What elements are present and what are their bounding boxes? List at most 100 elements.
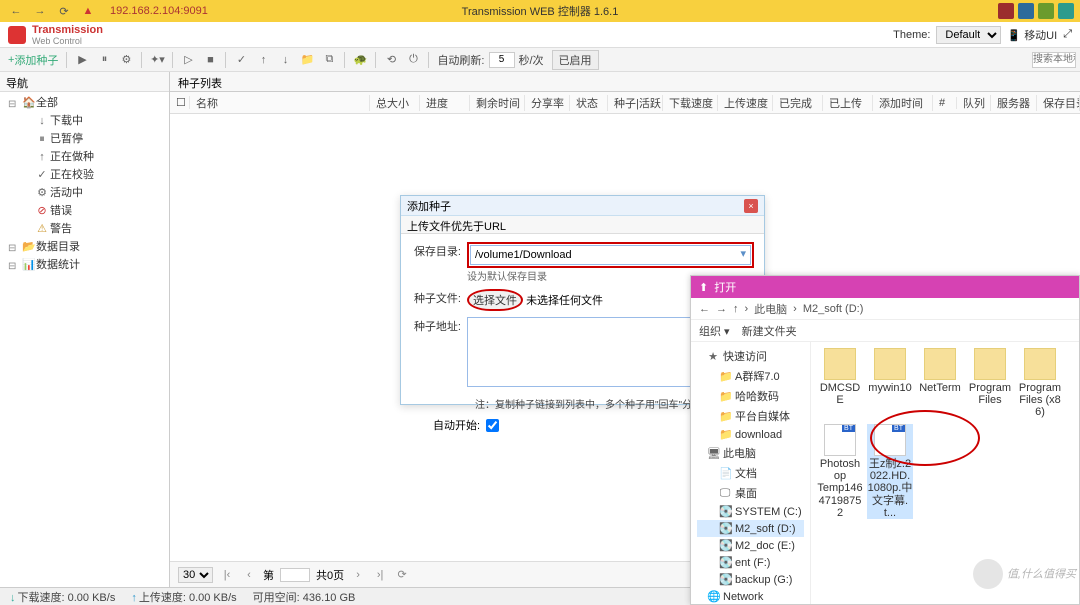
tree-paused[interactable]: ⏸已暂停	[8, 130, 169, 148]
col-num[interactable]: #	[933, 97, 957, 109]
speed-limit-icon[interactable]: 🐢	[349, 50, 371, 70]
prev-page-icon[interactable]: ‹	[241, 569, 257, 581]
tree-folder-pt[interactable]: 📁平台自媒体	[697, 406, 804, 426]
save-dir-input[interactable]	[470, 245, 751, 265]
tree-active[interactable]: ⚙活动中	[8, 184, 169, 202]
last-page-icon[interactable]: ›|	[372, 569, 388, 581]
pause-icon[interactable]: ⏸	[93, 50, 115, 70]
tree-drive-d[interactable]: 💽M2_soft (D:)	[697, 520, 804, 537]
crumb-pc[interactable]: 此电脑	[754, 301, 787, 317]
nav-up-icon[interactable]: ↑	[733, 303, 739, 315]
tree-folder-hh[interactable]: 📁哈哈数码	[697, 386, 804, 406]
ext-icon-2[interactable]	[1018, 3, 1034, 19]
folder-item[interactable]: Program Files	[967, 348, 1013, 418]
location-icon[interactable]: 📁	[296, 50, 318, 70]
folder-item[interactable]: DMCSDE	[817, 348, 863, 418]
stop-icon[interactable]: ■	[199, 50, 221, 70]
col-share[interactable]: 分享率	[525, 95, 570, 111]
start-icon[interactable]: ▶	[71, 50, 93, 70]
crumb-drive[interactable]: M2_soft (D:)	[803, 303, 864, 315]
first-page-icon[interactable]: |‹	[219, 569, 235, 581]
nav-back-icon[interactable]: ←	[699, 303, 710, 315]
mobile-ui-link[interactable]: 📱 移动UI	[1007, 27, 1057, 43]
reload-all-icon[interactable]: ⟲	[380, 50, 402, 70]
move-up-icon[interactable]: ↑	[252, 50, 274, 70]
col-seed-act[interactable]: 种子|活跃	[608, 95, 663, 111]
tree-stats[interactable]: 📊数据统计	[8, 256, 169, 274]
col-dl[interactable]: 下载速度	[663, 95, 718, 111]
col-done[interactable]: 已完成	[773, 95, 823, 111]
settings-icon[interactable]: ⚙	[115, 50, 137, 70]
col-size[interactable]: 总大小	[370, 95, 420, 111]
theme-select[interactable]: Default	[936, 26, 1001, 44]
folder-item[interactable]: mywin10	[867, 348, 913, 418]
ext-icon-1[interactable]	[998, 3, 1014, 19]
page-input[interactable]	[280, 568, 310, 582]
folder-item[interactable]: Program Files (x86)	[1017, 348, 1063, 418]
resume-icon[interactable]: ▷	[177, 50, 199, 70]
tree-this-pc[interactable]: 🖥此电脑	[697, 443, 804, 463]
copy-icon[interactable]: ⧉	[318, 50, 340, 70]
search-input[interactable]	[1032, 52, 1076, 68]
move-down-icon[interactable]: ↓	[274, 50, 296, 70]
col-savedir[interactable]: 保存目录	[1037, 95, 1080, 111]
power-icon[interactable]: ⏻	[402, 50, 424, 70]
tree-drive-g[interactable]: 💽backup (G:)	[697, 571, 804, 588]
col-tracker[interactable]: 服务器	[991, 95, 1037, 111]
warning-icon: ▲	[78, 3, 98, 19]
verify-icon[interactable]: ✓	[230, 50, 252, 70]
expand-icon[interactable]: ⤢	[1063, 28, 1072, 41]
tree-seeding[interactable]: ↑正在做种	[8, 148, 169, 166]
tree-warn[interactable]: ⚠警告	[8, 220, 169, 238]
tree-all[interactable]: 🏠全部	[8, 94, 169, 112]
close-icon[interactable]: ×	[744, 199, 758, 213]
status-free: 可用空间: 436.10 GB	[253, 589, 356, 605]
page-size-select[interactable]: 30	[178, 567, 213, 583]
choose-file-button[interactable]: 选择文件	[467, 289, 523, 311]
col-ul[interactable]: 上传速度	[718, 95, 773, 111]
folder-item[interactable]: NetTerm	[917, 348, 963, 418]
tree-drive-f[interactable]: 💽ent (F:)	[697, 554, 804, 571]
ext-icon-4[interactable]	[1058, 3, 1074, 19]
url-text[interactable]: 192.168.2.104:9091	[110, 5, 208, 17]
ext-icon-3[interactable]	[1038, 3, 1054, 19]
tree-folder-a[interactable]: 📁A群辉7.0	[697, 366, 804, 386]
tree-checking[interactable]: ✓正在校验	[8, 166, 169, 184]
file-item[interactable]: PhotoshopTemp14647198752	[817, 424, 863, 518]
nav-fwd-icon[interactable]: →	[716, 303, 727, 315]
forward-icon[interactable]: →	[30, 3, 50, 19]
col-status[interactable]: 状态	[570, 95, 608, 111]
grid-tab[interactable]: 种子列表	[170, 72, 1080, 92]
col-uploaded[interactable]: 已上传	[823, 95, 873, 111]
new-folder-button[interactable]: 新建文件夹	[742, 323, 797, 339]
tree-error[interactable]: ⊘错误	[8, 202, 169, 220]
auto-refresh-input[interactable]	[489, 52, 515, 68]
tree-network[interactable]: 🌐Network	[697, 588, 804, 604]
col-queue[interactable]: 队列	[957, 95, 991, 111]
col-remain[interactable]: 剩余时间	[470, 95, 525, 111]
col-progress[interactable]: 进度	[420, 95, 470, 111]
reload-icon[interactable]: ⟳	[54, 3, 74, 19]
add-torrent-button[interactable]: + 添加种子	[4, 50, 62, 70]
tree-drive-c[interactable]: 💽SYSTEM (C:)	[697, 503, 804, 520]
back-icon[interactable]: ←	[6, 3, 26, 19]
tree-desktop[interactable]: 🖵桌面	[697, 483, 804, 503]
dialog-title-bar[interactable]: 添加种子 ×	[401, 196, 764, 216]
organize-menu[interactable]: 组织 ▾	[699, 323, 730, 339]
col-checkbox[interactable]: ☐	[170, 96, 190, 109]
tree-downloading[interactable]: ↓下载中	[8, 112, 169, 130]
tree-drive-e[interactable]: 💽M2_doc (E:)	[697, 537, 804, 554]
tree-folder-dl[interactable]: 📁download	[697, 426, 804, 443]
refresh-grid-icon[interactable]: ⟳	[394, 568, 410, 581]
col-name[interactable]: 名称	[190, 95, 370, 111]
file-dialog-title[interactable]: 打开	[691, 276, 1079, 298]
col-added[interactable]: 添加时间	[873, 95, 933, 111]
file-item[interactable]: 王z制z.2022.HD.1080p.中文字幕.t...	[867, 424, 913, 518]
tree-quick[interactable]: ★快速访问	[697, 346, 804, 366]
next-page-icon[interactable]: ›	[350, 569, 366, 581]
plugin-icon[interactable]: ✦▾	[146, 50, 168, 70]
auto-start-checkbox[interactable]	[486, 419, 499, 432]
tree-docs[interactable]: 📄文档	[697, 463, 804, 483]
auto-refresh-enabled[interactable]: 已启用	[552, 50, 599, 70]
tree-data-dir[interactable]: 📂数据目录	[8, 238, 169, 256]
